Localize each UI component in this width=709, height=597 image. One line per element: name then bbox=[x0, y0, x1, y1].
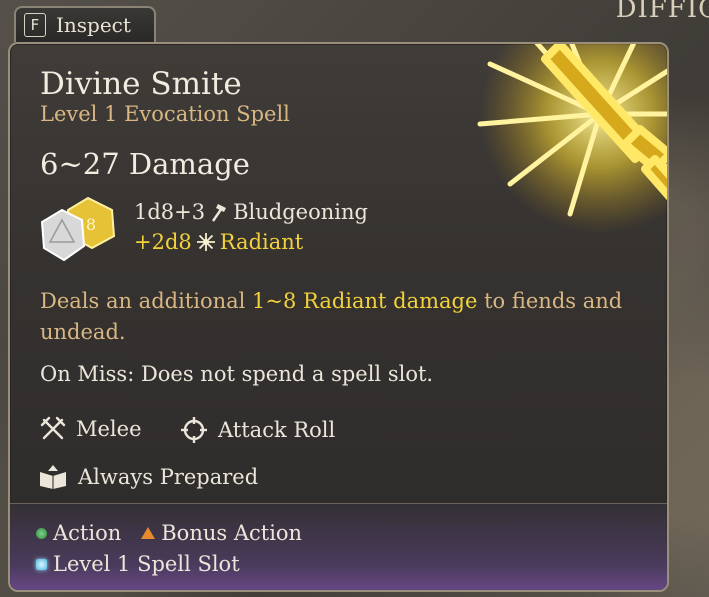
dice-icon: 8 bbox=[40, 196, 116, 262]
inspect-tab[interactable]: F Inspect bbox=[14, 6, 156, 42]
svg-text:8: 8 bbox=[86, 215, 96, 234]
spell-description: Deals an additional 1~8 Radiant damage t… bbox=[40, 286, 640, 348]
spell-tooltip-panel: Divine Smite Level 1 Evocation Spell 6~2… bbox=[8, 42, 669, 592]
crosshair-icon bbox=[181, 417, 207, 443]
spell-name: Divine Smite bbox=[40, 66, 242, 102]
description-highlight: 1~8 Radiant damage bbox=[252, 289, 478, 313]
hammer-icon bbox=[212, 204, 227, 222]
damage-dice-2: +2d8 bbox=[134, 230, 192, 254]
damage-line-radiant: +2d8 Radiant bbox=[134, 230, 303, 254]
spell-slot-icon bbox=[36, 558, 47, 570]
open-book-icon bbox=[40, 465, 66, 489]
bonus-action-triangle-icon bbox=[141, 527, 156, 539]
spell-subtitle: Level 1 Evocation Spell bbox=[40, 102, 290, 126]
damage-type-1: Bludgeoning bbox=[233, 200, 368, 224]
damage-line-bludgeoning: 1d8+3 Bludgeoning bbox=[134, 200, 368, 224]
damage-type-2: Radiant bbox=[219, 230, 304, 254]
description-pre: Deals an additional bbox=[40, 289, 253, 313]
action-label: Action bbox=[53, 521, 122, 545]
spell-slot-cost: Level 1 Spell Slot bbox=[36, 552, 240, 576]
crossed-swords-icon bbox=[40, 416, 66, 440]
corner-difficulty-text: DIFFIC bbox=[615, 0, 709, 24]
prepared-property: Always Prepared bbox=[38, 464, 258, 490]
bonus-action-label: Bonus Action bbox=[161, 521, 303, 545]
spell-slot-label: Level 1 Spell Slot bbox=[53, 552, 240, 576]
prepared-label: Always Prepared bbox=[78, 465, 259, 489]
action-costs: Action Bonus Action bbox=[36, 521, 302, 545]
divine-smite-spell-icon bbox=[477, 44, 667, 234]
radiant-sun-icon bbox=[196, 233, 215, 251]
action-dot-icon bbox=[36, 527, 47, 539]
roll-label: Attack Roll bbox=[218, 418, 336, 442]
range-label: Melee bbox=[76, 417, 142, 441]
roll-property: Attack Roll bbox=[180, 416, 335, 444]
on-miss-text: On Miss: Does not spend a spell slot. bbox=[40, 362, 434, 386]
cost-footer bbox=[10, 503, 667, 590]
range-property: Melee bbox=[40, 416, 142, 442]
keybind-f-icon: F bbox=[24, 13, 46, 37]
damage-dice-1: 1d8+3 bbox=[134, 200, 206, 224]
inspect-label: Inspect bbox=[56, 13, 131, 37]
damage-range: 6~27 Damage bbox=[40, 147, 250, 181]
